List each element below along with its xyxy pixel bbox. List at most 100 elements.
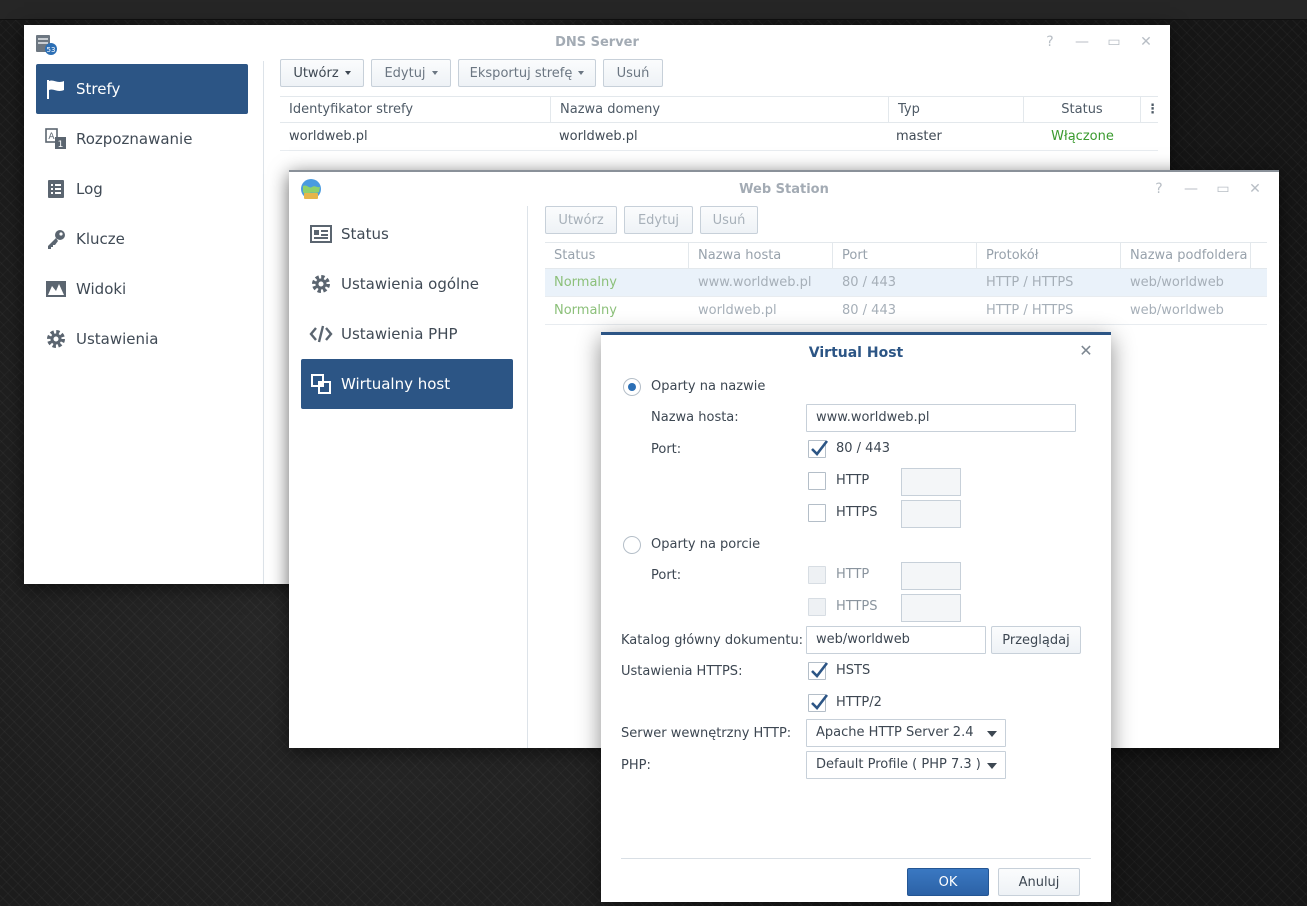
docroot-input[interactable]: web/worldweb bbox=[806, 626, 986, 654]
key-icon bbox=[44, 227, 68, 251]
sidebar-item-general-settings[interactable]: Ustawienia ogólne bbox=[301, 259, 513, 309]
dns-sidebar: Strefy A1 Rozpoznawanie Log Klucze Widok… bbox=[24, 61, 264, 584]
table-row[interactable]: worldweb.pl worldweb.pl master Włączone bbox=[280, 123, 1158, 151]
browse-button[interactable]: Przeglądaj bbox=[991, 626, 1081, 654]
maximize-icon[interactable]: ▭ bbox=[1215, 181, 1231, 197]
sidebar-item-label: Status bbox=[341, 225, 389, 243]
sidebar-item-widoki[interactable]: Widoki bbox=[36, 264, 248, 314]
column-header[interactable]: Identyfikator strefy bbox=[280, 97, 551, 123]
dialog-titlebar[interactable]: Virtual Host ✕ bbox=[601, 335, 1111, 371]
sidebar-item-label: Strefy bbox=[76, 80, 121, 98]
backend-select[interactable]: Apache HTTP Server 2.4 bbox=[806, 719, 1006, 747]
status-card-icon bbox=[309, 222, 333, 246]
close-icon[interactable]: ✕ bbox=[1078, 343, 1094, 359]
hsts-label: HSTS bbox=[836, 663, 871, 678]
views-icon bbox=[44, 277, 68, 301]
folder-cell: web/worldweb bbox=[1130, 303, 1224, 318]
sidebar-item-label: Klucze bbox=[76, 230, 125, 248]
sidebar-item-klucze[interactable]: Klucze bbox=[36, 214, 248, 264]
status-cell: Włączone bbox=[1051, 129, 1114, 144]
port-based-http-checkbox[interactable] bbox=[808, 566, 826, 584]
port-default-checkbox[interactable] bbox=[808, 440, 829, 458]
port-based-radio[interactable] bbox=[623, 536, 641, 554]
domain-cell: worldweb.pl bbox=[559, 129, 638, 144]
ws-titlebar[interactable]: Web Station ? — ▭ ✕ bbox=[289, 172, 1279, 208]
log-list-icon bbox=[44, 177, 68, 201]
port-default-label: 80 / 443 bbox=[836, 441, 890, 456]
name-based-radio[interactable] bbox=[623, 378, 641, 396]
sidebar-item-log[interactable]: Log bbox=[36, 164, 248, 214]
chevron-down-icon bbox=[987, 731, 997, 737]
edit-button[interactable]: Edytuj bbox=[624, 206, 693, 234]
https-checkbox[interactable] bbox=[808, 504, 826, 522]
protocol-cell: HTTP / HTTPS bbox=[986, 303, 1074, 318]
table-row[interactable]: Normalny www.worldweb.pl 80 / 443 HTTP /… bbox=[545, 269, 1267, 297]
sidebar-item-status[interactable]: Status bbox=[301, 209, 513, 259]
ok-button[interactable]: OK bbox=[907, 868, 989, 896]
sidebar-item-php-settings[interactable]: Ustawienia PHP bbox=[301, 309, 513, 359]
edit-button[interactable]: Edytuj bbox=[371, 59, 451, 87]
port-based-https-checkbox[interactable] bbox=[808, 598, 826, 616]
zones-table-header: Identyfikator strefy Nazwa domeny Typ St… bbox=[280, 96, 1159, 123]
https-settings-label: Ustawienia HTTPS: bbox=[621, 664, 743, 679]
cancel-button[interactable]: Anuluj bbox=[998, 868, 1080, 896]
virtual-host-icon bbox=[309, 372, 333, 396]
port-based-label: Oparty na porcie bbox=[651, 537, 761, 552]
virtual-host-dialog: Virtual Host ✕ Oparty na nazwie Nazwa ho… bbox=[601, 332, 1111, 902]
port-based-http-label: HTTP bbox=[836, 567, 870, 582]
port-based-https-input[interactable] bbox=[901, 594, 961, 622]
close-icon[interactable]: ✕ bbox=[1138, 34, 1154, 50]
column-header[interactable]: Status bbox=[1024, 97, 1141, 123]
delete-button[interactable]: Usuń bbox=[603, 59, 663, 87]
column-header[interactable]: Protokół bbox=[977, 243, 1121, 269]
dns-titlebar[interactable]: 53 DNS Server ? — ▭ ✕ bbox=[24, 25, 1170, 61]
port-label: Port: bbox=[651, 442, 682, 457]
sidebar-item-ustawienia[interactable]: Ustawienia bbox=[36, 314, 248, 364]
create-button[interactable]: Utwórz bbox=[280, 59, 364, 87]
status-cell: Normalny bbox=[554, 303, 617, 318]
column-header[interactable]: Nazwa domeny bbox=[551, 97, 889, 123]
column-header[interactable]: Status bbox=[545, 243, 689, 269]
column-header[interactable]: Port bbox=[833, 243, 977, 269]
http2-label: HTTP/2 bbox=[836, 695, 882, 710]
http-label: HTTP bbox=[836, 473, 870, 488]
dns-window-title: DNS Server bbox=[555, 35, 639, 50]
http-port-input[interactable] bbox=[901, 468, 961, 496]
minimize-icon[interactable]: — bbox=[1183, 181, 1199, 197]
help-icon[interactable]: ? bbox=[1151, 181, 1167, 197]
http-checkbox[interactable] bbox=[808, 472, 826, 490]
column-menu-icon[interactable]: ⋮ bbox=[1141, 97, 1159, 123]
gear-icon bbox=[309, 272, 333, 296]
sidebar-item-rozpoznawanie[interactable]: A1 Rozpoznawanie bbox=[36, 114, 248, 164]
sidebar-item-virtual-host[interactable]: Wirtualny host bbox=[301, 359, 513, 409]
maximize-icon[interactable]: ▭ bbox=[1106, 34, 1122, 50]
table-row[interactable]: Normalny worldweb.pl 80 / 443 HTTP / HTT… bbox=[545, 297, 1267, 325]
folder-cell: web/worldweb bbox=[1130, 275, 1224, 290]
hsts-checkbox[interactable] bbox=[808, 662, 829, 680]
minimize-icon[interactable]: — bbox=[1074, 34, 1090, 50]
column-header[interactable]: Nazwa hosta bbox=[689, 243, 833, 269]
svg-text:1: 1 bbox=[58, 140, 64, 150]
code-icon bbox=[309, 322, 333, 346]
column-header[interactable]: Nazwa podfoldera bbox=[1121, 243, 1251, 269]
host-cell: worldweb.pl bbox=[698, 303, 777, 318]
column-header[interactable]: Typ bbox=[889, 97, 1024, 123]
gear-icon bbox=[44, 327, 68, 351]
checkmark-icon bbox=[811, 694, 829, 710]
sidebar-item-label: Wirtualny host bbox=[341, 375, 451, 393]
help-icon[interactable]: ? bbox=[1042, 34, 1058, 50]
sidebar-item-label: Log bbox=[76, 180, 103, 198]
export-zone-button[interactable]: Eksportuj strefę bbox=[458, 59, 596, 87]
http2-checkbox[interactable] bbox=[808, 694, 829, 712]
create-button[interactable]: Utwórz bbox=[545, 206, 617, 234]
php-select[interactable]: Default Profile ( PHP 7.3 ) bbox=[806, 751, 1006, 779]
https-port-input[interactable] bbox=[901, 500, 961, 528]
sidebar-item-strefy[interactable]: Strefy bbox=[36, 64, 248, 114]
close-icon[interactable]: ✕ bbox=[1247, 181, 1263, 197]
desktop-taskbar bbox=[0, 0, 1307, 20]
port-based-http-input[interactable] bbox=[901, 562, 961, 590]
delete-button[interactable]: Usuń bbox=[700, 206, 758, 234]
status-cell: Normalny bbox=[554, 275, 617, 290]
hostname-label: Nazwa hosta: bbox=[651, 410, 739, 425]
hostname-input[interactable]: www.worldweb.pl bbox=[806, 404, 1076, 432]
